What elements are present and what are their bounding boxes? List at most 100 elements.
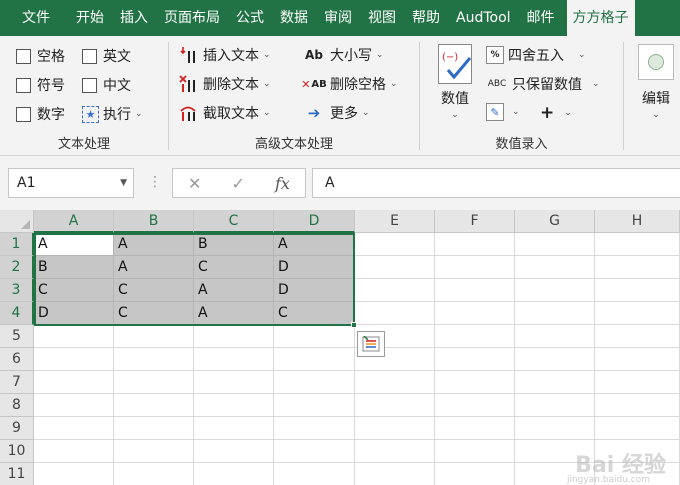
formula-input[interactable]: A	[312, 168, 680, 198]
value-button[interactable]: (−) 数值 ⌄	[438, 44, 472, 120]
empty-cell[interactable]	[435, 256, 515, 279]
empty-cell[interactable]	[355, 256, 435, 279]
column-header-c[interactable]: C	[194, 210, 274, 233]
empty-cell[interactable]	[274, 394, 355, 417]
empty-cell[interactable]	[114, 417, 194, 440]
empty-cell[interactable]	[515, 302, 595, 325]
row-header-1[interactable]: 1	[0, 233, 34, 256]
cell-d2[interactable]: D	[274, 256, 355, 279]
row-header-8[interactable]: 8	[0, 394, 34, 417]
empty-cell[interactable]	[595, 348, 680, 371]
empty-cell[interactable]	[194, 394, 274, 417]
row-header-6[interactable]: 6	[0, 348, 34, 371]
row-header-7[interactable]: 7	[0, 371, 34, 394]
column-header-a[interactable]: A	[34, 210, 114, 233]
edit-button[interactable]: 编辑 ⌄	[638, 44, 674, 120]
empty-cell[interactable]	[114, 325, 194, 348]
cell-d1[interactable]: A	[274, 233, 355, 256]
quick-analysis-button[interactable]	[357, 331, 385, 357]
cell-b2[interactable]: A	[114, 256, 194, 279]
checkbox-symbol[interactable]: 符号	[16, 75, 65, 95]
empty-cell[interactable]	[194, 463, 274, 485]
delete-text-button[interactable]: 删除文本 ⌄	[179, 74, 271, 94]
tab-file[interactable]: 文件	[0, 0, 68, 36]
keep-value-button[interactable]: ABC 只保留数值 ⌄	[486, 74, 600, 94]
empty-cell[interactable]	[355, 279, 435, 302]
empty-cell[interactable]	[595, 279, 680, 302]
row-header-9[interactable]: 9	[0, 417, 34, 440]
empty-cell[interactable]	[194, 440, 274, 463]
cell-a1[interactable]: A	[34, 233, 114, 256]
cancel-icon[interactable]: ✕	[188, 174, 201, 193]
cell-c4[interactable]: A	[194, 302, 274, 325]
empty-cell[interactable]	[355, 371, 435, 394]
empty-cell[interactable]	[515, 279, 595, 302]
empty-cell[interactable]	[515, 256, 595, 279]
empty-cell[interactable]	[114, 440, 194, 463]
tab-audtool[interactable]: AudTool	[448, 0, 519, 36]
cell-d3[interactable]: D	[274, 279, 355, 302]
empty-cell[interactable]	[515, 325, 595, 348]
empty-cell[interactable]	[34, 440, 114, 463]
column-header-b[interactable]: B	[114, 210, 194, 233]
execute-button[interactable]: ★ 执行 ⌄	[82, 104, 143, 124]
name-box[interactable]: A1 ▼	[8, 168, 134, 198]
fill-handle[interactable]	[351, 322, 357, 328]
empty-cell[interactable]	[274, 348, 355, 371]
empty-cell[interactable]	[595, 233, 680, 256]
empty-cell[interactable]	[435, 417, 515, 440]
empty-cell[interactable]	[435, 394, 515, 417]
empty-cell[interactable]	[515, 348, 595, 371]
select-all-button[interactable]	[0, 210, 34, 233]
empty-cell[interactable]	[114, 348, 194, 371]
empty-cell[interactable]	[355, 233, 435, 256]
checkbox-box[interactable]	[16, 48, 31, 64]
empty-cell[interactable]	[355, 463, 435, 485]
empty-cell[interactable]	[595, 394, 680, 417]
cell-d4[interactable]: C	[274, 302, 355, 325]
empty-cell[interactable]	[435, 233, 515, 256]
chevron-down-icon[interactable]: ▼	[120, 178, 127, 188]
check-icon[interactable]: ✓	[232, 174, 245, 193]
edit-value-button[interactable]: ✎ ⌄	[486, 103, 520, 121]
empty-cell[interactable]	[595, 325, 680, 348]
column-header-d[interactable]: D	[274, 210, 355, 233]
empty-cell[interactable]	[595, 302, 680, 325]
column-header-e[interactable]: E	[355, 210, 435, 233]
empty-cell[interactable]	[435, 463, 515, 485]
empty-cell[interactable]	[435, 325, 515, 348]
empty-cell[interactable]	[515, 394, 595, 417]
empty-cell[interactable]	[194, 417, 274, 440]
empty-cell[interactable]	[595, 371, 680, 394]
insert-function-button[interactable]: fx	[275, 174, 290, 193]
checkbox-english[interactable]: 英文	[82, 46, 131, 66]
empty-cell[interactable]	[515, 417, 595, 440]
checkbox-number[interactable]: 数字	[16, 104, 65, 124]
empty-cell[interactable]	[274, 371, 355, 394]
empty-cell[interactable]	[435, 440, 515, 463]
empty-cell[interactable]	[34, 325, 114, 348]
cell-b4[interactable]: C	[114, 302, 194, 325]
column-header-h[interactable]: H	[595, 210, 680, 233]
empty-cell[interactable]	[435, 348, 515, 371]
empty-cell[interactable]	[114, 463, 194, 485]
case-button[interactable]: Ab 大小写 ⌄	[302, 45, 384, 65]
cell-c2[interactable]: C	[194, 256, 274, 279]
empty-cell[interactable]	[34, 417, 114, 440]
tab-fangfang-gezi[interactable]: 方方格子	[566, 0, 635, 36]
tab-review[interactable]: 审阅	[316, 0, 360, 36]
empty-cell[interactable]	[355, 440, 435, 463]
tab-formulas[interactable]: 公式	[228, 0, 272, 36]
row-header-5[interactable]: 5	[0, 325, 34, 348]
checkbox-box[interactable]	[82, 77, 97, 93]
empty-cell[interactable]	[355, 417, 435, 440]
empty-cell[interactable]	[435, 279, 515, 302]
cell-c3[interactable]: A	[194, 279, 274, 302]
empty-cell[interactable]	[34, 348, 114, 371]
cell-a2[interactable]: B	[34, 256, 114, 279]
cell-b1[interactable]: A	[114, 233, 194, 256]
cell-a4[interactable]: D	[34, 302, 114, 325]
tab-insert[interactable]: 插入	[112, 0, 156, 36]
tab-page-layout[interactable]: 页面布局	[156, 0, 228, 36]
checkbox-chinese[interactable]: 中文	[82, 75, 131, 95]
